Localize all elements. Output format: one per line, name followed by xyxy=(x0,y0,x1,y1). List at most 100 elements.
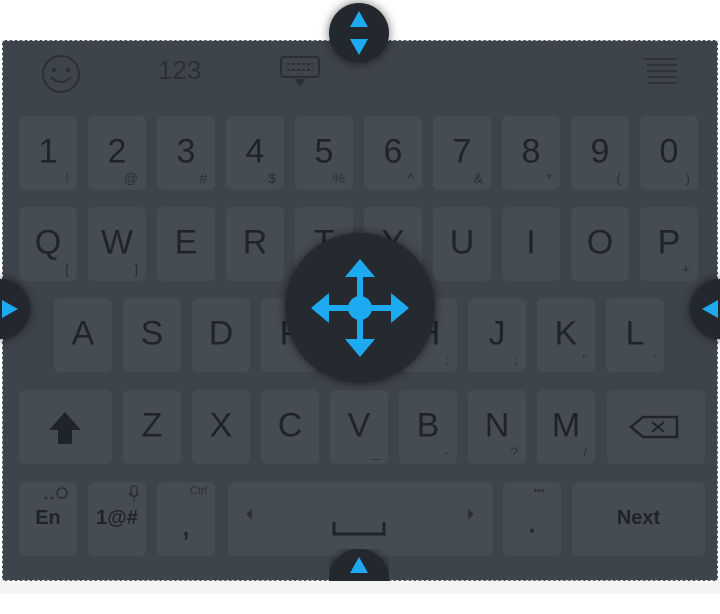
key-secondary-label: ' xyxy=(653,352,656,368)
space-key[interactable] xyxy=(228,482,493,556)
key-b[interactable]: B- xyxy=(399,390,457,464)
key-secondary-label: $ xyxy=(268,170,276,186)
key-label: W xyxy=(100,223,134,262)
resize-handle-top[interactable] xyxy=(329,3,389,63)
key-z[interactable]: Z xyxy=(123,390,181,464)
key-5[interactable]: 5% xyxy=(295,116,353,190)
resize-handle-bottom[interactable] xyxy=(329,549,389,581)
backspace-icon xyxy=(629,415,679,439)
key-label: I xyxy=(526,223,536,262)
symbols-key[interactable]: 1@# xyxy=(88,482,146,556)
key-s[interactable]: S xyxy=(123,298,181,372)
left-arrow-icon xyxy=(702,300,718,318)
key-8[interactable]: 8 * xyxy=(502,116,560,190)
key-r[interactable]: R xyxy=(226,207,284,281)
key-k[interactable]: K " xyxy=(537,298,595,372)
key-label: N xyxy=(484,406,510,445)
resize-handle-right[interactable] xyxy=(690,279,720,339)
key-label: B xyxy=(416,406,440,445)
ctrl-hint: Ctrl xyxy=(189,485,207,497)
key-c[interactable]: C xyxy=(261,390,319,464)
key-d[interactable]: D xyxy=(192,298,250,372)
key-secondary-label: ? xyxy=(510,444,518,460)
key-1[interactable]: 1! xyxy=(19,116,77,190)
key-4[interactable]: 4 $ xyxy=(226,116,284,190)
key-2[interactable]: 2 @ xyxy=(88,116,146,190)
key-label: 5 xyxy=(314,132,334,171)
key-label: D xyxy=(208,314,234,353)
key-label: 8 xyxy=(521,132,541,171)
key-n[interactable]: N? xyxy=(468,390,526,464)
key-i[interactable]: I xyxy=(502,207,560,281)
key-6[interactable]: 6 ^ xyxy=(364,116,422,190)
space-icon xyxy=(246,509,474,536)
keyboard-hide-icon[interactable] xyxy=(279,55,323,89)
key-o[interactable]: O xyxy=(571,207,629,281)
key-secondary-label: @ xyxy=(123,170,138,186)
microphone-icon xyxy=(128,485,140,502)
key-secondary-label: ^ xyxy=(407,170,414,186)
key-secondary-label: ; xyxy=(514,352,518,368)
shift-icon xyxy=(49,412,81,444)
up-down-arrows-icon xyxy=(350,11,368,55)
key-3[interactable]: 3 # xyxy=(157,116,215,190)
right-arrow-icon xyxy=(2,300,18,318)
key-secondary-label: & xyxy=(473,170,483,186)
key-9[interactable]: 9( xyxy=(571,116,629,190)
key-label: C xyxy=(277,406,303,445)
up-arrow-icon xyxy=(350,557,368,573)
key-secondary-label: _ xyxy=(372,444,380,460)
key-secondary-label: [ xyxy=(65,261,69,277)
key-u[interactable]: U xyxy=(433,207,491,281)
key-label: E xyxy=(174,223,198,262)
key-x[interactable]: X xyxy=(192,390,250,464)
key-q[interactable]: Q[ xyxy=(19,207,77,281)
key-label: 1 xyxy=(38,132,58,171)
key-a[interactable]: A xyxy=(54,298,112,372)
key-w[interactable]: W] xyxy=(88,207,146,281)
key-label: U xyxy=(449,223,475,262)
key-secondary-label: ] xyxy=(134,261,138,277)
backspace-key[interactable] xyxy=(607,390,705,464)
key-secondary-label: / xyxy=(583,444,587,460)
numbers-button[interactable]: 123 xyxy=(158,55,201,86)
key-e[interactable]: E xyxy=(157,207,215,281)
key-label: R xyxy=(242,223,268,262)
key-m[interactable]: M / xyxy=(537,390,595,464)
key-0[interactable]: 0) xyxy=(640,116,698,190)
more-hint: ••• xyxy=(533,485,545,497)
key-label: O xyxy=(586,223,614,262)
page-bottom-strip xyxy=(0,581,720,594)
key-secondary-label: % xyxy=(332,170,345,186)
move-handle[interactable] xyxy=(285,233,435,383)
key-7[interactable]: 7 & xyxy=(433,116,491,190)
key-secondary-label: + xyxy=(681,261,690,277)
key-label: Z xyxy=(141,406,163,445)
key-label: S xyxy=(140,314,164,353)
period-key[interactable]: . ••• xyxy=(503,482,561,556)
period-label: . xyxy=(527,503,537,542)
key-l[interactable]: L ' xyxy=(606,298,664,372)
symbols-label: 1@# xyxy=(96,507,138,530)
move-arrows-icon xyxy=(311,259,409,357)
key-secondary-label: " xyxy=(582,352,587,368)
key-label: L xyxy=(625,314,645,353)
emoji-icon[interactable] xyxy=(40,53,82,95)
menu-icon[interactable] xyxy=(641,57,679,87)
key-label: 9 xyxy=(590,132,610,171)
next-key[interactable]: Next xyxy=(572,482,705,556)
key-label: X xyxy=(209,406,233,445)
key-label: J xyxy=(488,314,506,353)
key-secondary-label: ! xyxy=(65,170,69,186)
key-v[interactable]: V _ xyxy=(330,390,388,464)
next-label: Next xyxy=(616,507,661,530)
key-j[interactable]: J; xyxy=(468,298,526,372)
key-label: 2 xyxy=(107,132,127,171)
language-key[interactable]: En xyxy=(19,482,77,556)
key-label: 3 xyxy=(176,132,196,171)
resize-handle-left[interactable] xyxy=(0,279,30,339)
comma-key[interactable]: , Ctrl xyxy=(157,482,215,556)
key-p[interactable]: P + xyxy=(640,207,698,281)
key-label: V xyxy=(347,406,371,445)
shift-key[interactable] xyxy=(19,390,112,464)
